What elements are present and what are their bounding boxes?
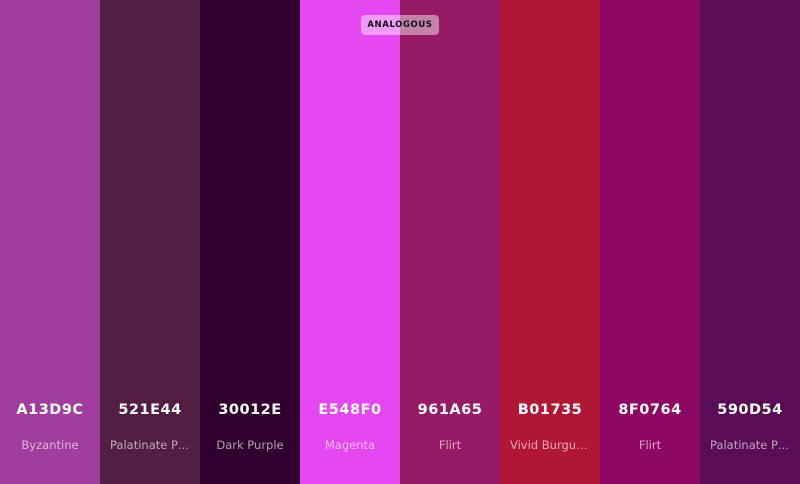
swatch-color-name: Palatinate Purple	[710, 438, 790, 452]
swatch-color-name: Vivid Burgundy	[510, 438, 590, 452]
swatch-hex-code[interactable]: E548F0	[300, 402, 400, 418]
swatch-hex-code[interactable]: A13D9C	[0, 402, 100, 418]
color-swatch-7[interactable]: 8F0764 Flirt	[600, 0, 700, 484]
color-swatch-8[interactable]: 590D54 Palatinate Purple	[700, 0, 800, 484]
swatch-color-name: Flirt	[438, 438, 462, 452]
swatch-hex-code[interactable]: B01735	[500, 402, 600, 418]
color-swatch-1[interactable]: A13D9C Byzantine	[0, 0, 100, 484]
swatch-color-name: Flirt	[638, 438, 662, 452]
swatch-hex-code[interactable]: 961A65	[400, 402, 500, 418]
color-swatch-3[interactable]: 30012E Dark Purple	[200, 0, 300, 484]
swatch-hex-code[interactable]: 521E44	[100, 402, 200, 418]
swatch-color-name: Magenta	[324, 438, 376, 452]
palette-type-badge: ANALOGOUS	[361, 15, 439, 35]
swatch-hex-code[interactable]: 590D54	[700, 402, 800, 418]
swatch-color-name: Palatinate Purple	[110, 438, 190, 452]
swatch-color-name: Byzantine	[21, 438, 79, 452]
swatch-hex-code[interactable]: 30012E	[200, 402, 300, 418]
swatch-hex-code[interactable]: 8F0764	[600, 402, 700, 418]
color-swatch-2[interactable]: 521E44 Palatinate Purple	[100, 0, 200, 484]
color-palette: ANALOGOUS A13D9C Byzantine 521E44 Palati…	[0, 0, 800, 484]
color-swatch-5[interactable]: 961A65 Flirt	[400, 0, 500, 484]
color-swatch-6[interactable]: B01735 Vivid Burgundy	[500, 0, 600, 484]
swatch-color-name: Dark Purple	[216, 438, 284, 452]
color-swatch-4[interactable]: E548F0 Magenta	[300, 0, 400, 484]
